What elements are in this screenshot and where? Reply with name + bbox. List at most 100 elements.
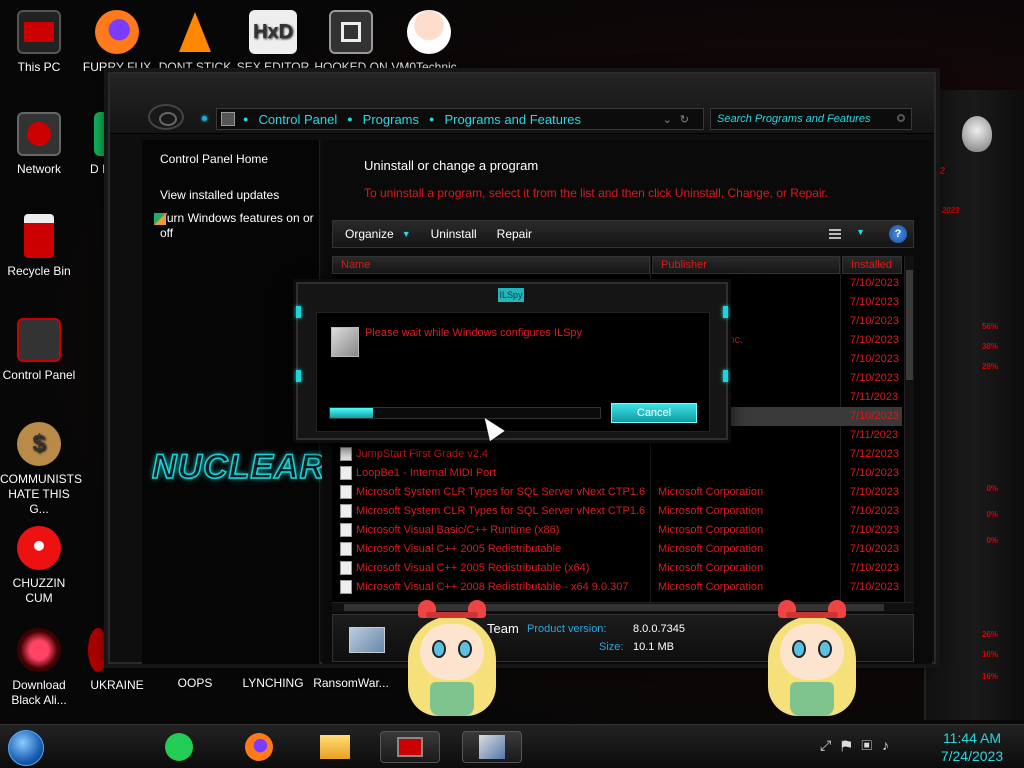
programs-features-icon[interactable] (462, 731, 522, 763)
desktop-icon-label: CHUZZIN CUM (12, 576, 66, 605)
gadget-meter: 26% (981, 630, 998, 639)
control-panel-icon[interactable] (380, 731, 440, 763)
desktop-icon-label: This PC (17, 60, 61, 74)
page-description: To uninstall a program, select it from t… (364, 186, 829, 200)
desktop-icon-oops[interactable]: OOPS (156, 676, 234, 691)
breadcrumb-programs[interactable]: Programs (363, 112, 419, 127)
search-input[interactable]: Search Programs and Features (710, 108, 912, 130)
program-installed-date: 7/10/2023 (850, 277, 899, 289)
program-installed-date: 7/10/2023 (850, 467, 899, 479)
uninstall-button[interactable]: Uninstall (431, 227, 477, 241)
desktop-icon-label: Control Panel (2, 368, 76, 382)
view-installed-updates-link[interactable]: View installed updates (160, 188, 279, 202)
desktop-icon-chuzzin-cum[interactable]: CHUZZIN CUM (0, 526, 78, 606)
table-row[interactable]: Microsoft Visual Basic/C++ Runtime (x86)… (332, 521, 902, 540)
control-panel-home-link[interactable]: Control Panel Home (160, 152, 268, 166)
start-button[interactable] (8, 730, 44, 766)
program-icon (340, 466, 352, 480)
program-icon (340, 561, 352, 575)
search-icon[interactable] (897, 114, 905, 122)
table-row[interactable]: JumpStart First Grade v2.4 7/12/2023 (332, 445, 902, 464)
refresh-icon[interactable]: ⌄↻ (663, 113, 697, 126)
file-explorer-icon[interactable] (318, 731, 352, 763)
clock-time: 11:44 AM (942, 730, 1002, 746)
column-header-installed[interactable]: Installed (842, 256, 902, 274)
product-version-value: 8.0.0.7345 (633, 623, 685, 635)
table-row[interactable]: Microsoft Visual C++ 2005 Redistributabl… (332, 559, 902, 578)
cartoon-girl-sticker (764, 600, 860, 722)
scroll-thumb[interactable] (906, 270, 913, 380)
back-forward-icon[interactable] (148, 104, 184, 130)
recycle-bin-icon (24, 214, 54, 258)
desktop-icon-ransomware[interactable]: RansomWar... (312, 676, 390, 691)
clock[interactable]: 11:44 AM 7/24/2023 (934, 729, 1010, 765)
table-row[interactable]: Microsoft System CLR Types for SQL Serve… (332, 483, 902, 502)
table-row[interactable]: Microsoft System CLR Types for SQL Serve… (332, 502, 902, 521)
cancel-button[interactable]: Cancel (611, 403, 697, 423)
program-installed-date: 7/10/2023 (850, 334, 899, 346)
desktop-icon-hooked-on[interactable]: HOOKED ON (312, 10, 390, 75)
shield-icon (154, 213, 166, 225)
chevron-down-icon[interactable]: ▼ (856, 227, 865, 237)
sticker-part (818, 640, 832, 658)
gadget-meter: 0% (986, 484, 998, 493)
turn-windows-features-link[interactable]: Turn Windows features on or off (154, 211, 320, 241)
sticker-part (792, 640, 806, 658)
desktop-icon-sex-editor[interactable]: HxD SEX EDITOR (234, 10, 312, 75)
installer-icon (331, 327, 359, 357)
cyan-accent (296, 370, 301, 382)
repair-button[interactable]: Repair (497, 227, 532, 241)
table-row[interactable]: Microsoft Visual C++ 2005 Redistributabl… (332, 540, 902, 559)
column-header-publisher[interactable]: Publisher (652, 256, 840, 274)
breadcrumb-programs-and-features[interactable]: Programs and Features (444, 112, 581, 127)
progress-fill (330, 408, 374, 418)
network-icon (17, 112, 61, 156)
desktop-icon-dont-stick[interactable]: DONT STICK (156, 10, 234, 75)
organize-button[interactable]: Organize (345, 227, 394, 241)
firefox-icon[interactable] (242, 731, 276, 763)
address-bar[interactable]: ● Control Panel ● Programs ● Programs an… (216, 108, 704, 130)
cartoon-girl-sticker (404, 600, 500, 722)
table-row[interactable]: Microsoft Visual C++ 2008 Redistributabl… (332, 578, 902, 597)
desktop-icon-download-black-ali[interactable]: Download Black Ali... (0, 628, 78, 708)
table-row[interactable]: LoopBe1 - Internal MIDI Port 7/10/2023 (332, 464, 902, 483)
desktop-icon-communists[interactable]: $ COMMUNISTS HATE THIS G... (0, 422, 82, 517)
window-header: ● Control Panel ● Programs ● Programs an… (110, 74, 934, 134)
desktop-icon-label: UKRAINE (90, 678, 144, 692)
desktop-icon-label: LYNCHING (242, 676, 304, 690)
help-icon[interactable]: ? (889, 225, 907, 243)
program-name: Microsoft Visual C++ 2005 Redistributabl… (356, 562, 590, 574)
red-app-icon (88, 628, 108, 672)
control-panel-icon (221, 112, 235, 126)
flag-icon[interactable]: ⚑ (841, 737, 861, 753)
desktop-icon-furry-fux[interactable]: FURRY FUX (78, 10, 156, 75)
page-title: Uninstall or change a program (364, 158, 539, 173)
turn-windows-features-label: Turn Windows features on or off (160, 211, 314, 240)
cyan-accent (202, 116, 207, 121)
program-installed-date: 7/10/2023 (850, 524, 899, 536)
network-icon[interactable]: ▣ (861, 737, 882, 753)
size-label: Size: (599, 641, 624, 653)
program-icon (340, 485, 352, 499)
program-publisher: Microsoft Corporation (658, 505, 764, 517)
program-name: Microsoft System CLR Types for SQL Serve… (356, 486, 646, 498)
breadcrumb-separator-icon: ● (243, 114, 249, 124)
program-installed-date: 7/10/2023 (850, 372, 899, 384)
view-options-icon[interactable] (829, 229, 841, 241)
desktop-icon-vm0technic[interactable]: VM0Technic... (390, 10, 468, 75)
show-desktop-icon[interactable]: ⤢ (820, 737, 841, 753)
program-icon (340, 580, 352, 594)
column-header-name[interactable]: Name (332, 256, 650, 274)
desktop-icon-this-pc[interactable]: This PC (0, 10, 78, 75)
program-icon (349, 627, 385, 653)
breadcrumb-control-panel[interactable]: Control Panel (258, 112, 337, 127)
vertical-scrollbar[interactable] (904, 256, 914, 602)
program-name: Microsoft System CLR Types for SQL Serve… (356, 505, 646, 517)
chevron-down-icon[interactable]: ▼ (402, 229, 411, 239)
size-value: 10.1 MB (633, 641, 674, 653)
desktop-icon-lynching[interactable]: LYNCHING (234, 676, 312, 691)
volume-icon[interactable]: ♪ (882, 737, 899, 753)
desktop-icon-control-panel[interactable]: Control Panel (0, 318, 78, 383)
notes-icon[interactable] (162, 731, 196, 763)
desktop-icon-recycle-bin[interactable]: Recycle Bin (0, 214, 78, 279)
